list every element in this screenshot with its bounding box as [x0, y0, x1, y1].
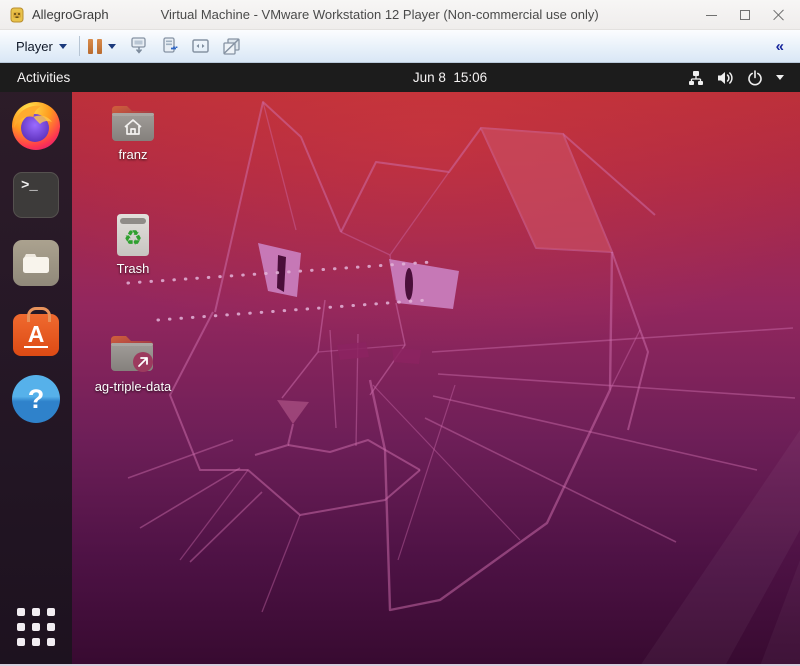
unity-mode-button[interactable] — [219, 33, 245, 59]
window-title: Virtual Machine - VMware Workstation 12 … — [161, 7, 599, 22]
virtual-devices-icon — [160, 36, 180, 56]
desktop-icon-label: Trash — [83, 261, 183, 276]
ubuntu-software-icon: A — [13, 314, 59, 356]
power-icon — [747, 70, 763, 86]
dock-item-files[interactable] — [13, 240, 59, 286]
dock-item-firefox[interactable] — [10, 100, 62, 157]
close-button[interactable] — [762, 0, 796, 30]
desktop-icon-franz[interactable]: franz — [83, 100, 183, 162]
unity-mode-icon — [221, 36, 242, 56]
maximize-icon — [740, 10, 750, 20]
ctrl-alt-del-icon — [129, 36, 149, 56]
fullscreen-button[interactable] — [188, 33, 214, 59]
player-menu-button[interactable]: Player — [8, 35, 75, 58]
virtual-devices-button[interactable] — [157, 33, 183, 59]
suspend-button[interactable] — [88, 39, 116, 54]
collapse-toolbar-button[interactable]: « — [770, 36, 790, 57]
chevron-down-icon — [59, 44, 67, 49]
dock-item-help[interactable]: ? — [12, 375, 60, 423]
folder-glyph-icon — [22, 252, 50, 274]
desktop-icon-ag-triple-data[interactable]: ag-triple-data — [83, 330, 183, 394]
clock-button[interactable]: Jun 8 15:06 — [413, 70, 487, 85]
activities-button[interactable]: Activities — [0, 63, 87, 92]
dock-item-ubuntu-software[interactable]: A — [13, 308, 59, 356]
vmware-player-window: AllegroGraph Virtual Machine - VMware Wo… — [0, 0, 800, 666]
minimize-button[interactable] — [694, 0, 728, 30]
terminal-prompt-glyph: >_ — [21, 178, 38, 194]
desktop-icon-label: ag-triple-data — [83, 379, 183, 394]
fullscreen-icon — [190, 36, 211, 56]
vm-tab-title: AllegroGraph — [32, 7, 109, 22]
menu-caret-icon — [776, 75, 784, 80]
suspend-chevron-down-icon — [108, 44, 116, 49]
help-icon: ? — [12, 375, 60, 423]
desktop-icon-trash[interactable]: ♻ Trash — [83, 212, 183, 276]
software-a-glyph: A — [24, 322, 49, 348]
recycle-glyph: ♻ — [124, 228, 143, 249]
dock: >_ A ? — [0, 92, 72, 664]
player-menu-label: Player — [16, 39, 53, 54]
suspend-pause-icon — [88, 39, 102, 54]
network-icon — [688, 70, 704, 86]
toolbar-separator — [79, 36, 80, 56]
files-icon — [13, 240, 59, 286]
vm-tab[interactable]: AllegroGraph — [0, 0, 119, 29]
dock-item-terminal[interactable]: >_ — [13, 172, 59, 218]
minimize-icon — [706, 15, 717, 16]
vmware-toolbar: Player — [0, 30, 800, 63]
guest-screen: Activities Jun 8 15:06 — [0, 63, 800, 666]
system-tray-menu[interactable] — [680, 63, 792, 92]
desktop-icon-label: franz — [83, 147, 183, 162]
home-folder-icon — [109, 100, 157, 144]
firefox-icon — [10, 100, 62, 152]
window-titlebar: AllegroGraph Virtual Machine - VMware Wo… — [0, 0, 800, 30]
help-question-glyph: ? — [28, 384, 45, 415]
volume-icon — [717, 70, 734, 86]
allegrograph-logo-icon — [9, 7, 25, 23]
ctrl-alt-del-button[interactable] — [126, 33, 152, 59]
close-icon — [773, 9, 785, 21]
maximize-button[interactable] — [728, 0, 762, 30]
show-applications-button[interactable] — [17, 608, 55, 646]
terminal-icon: >_ — [13, 172, 59, 218]
folder-shortcut-icon — [108, 330, 158, 376]
gnome-top-bar: Activities Jun 8 15:06 — [0, 63, 800, 92]
